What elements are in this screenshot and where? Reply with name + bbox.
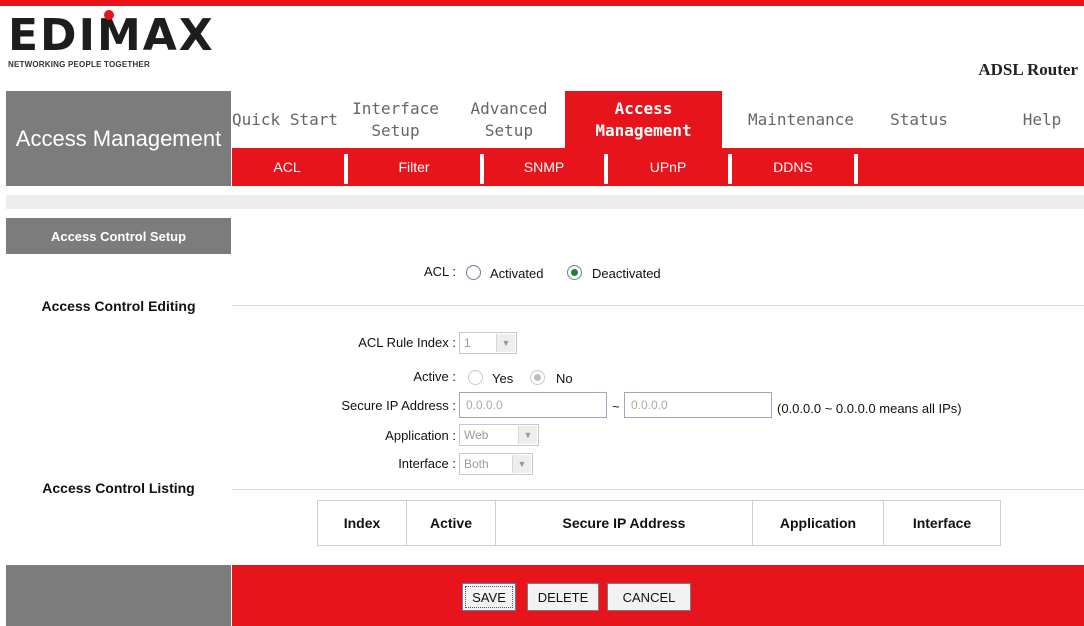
access-control-listing-label: Access Control Listing [42,480,195,496]
chevron-down-icon: ▼ [496,334,515,352]
ip-range-separator: ~ [612,399,620,414]
chevron-down-icon: ▼ [512,455,531,473]
active-no-label: No [556,371,573,386]
subnav-separator [854,154,858,184]
subnav-acl[interactable]: ACL [232,148,342,186]
sub-nav: ACL Filter SNMP UPnP DDNS [232,148,1084,186]
active-no-radio[interactable] [530,370,545,385]
acl-activated-radio[interactable] [466,265,481,280]
nav-maintenance[interactable]: Maintenance [722,91,880,148]
cancel-button[interactable]: CANCEL [607,583,691,611]
rule-index-select[interactable]: 1 ▼ [459,332,517,354]
subnav-filter[interactable]: Filter [348,148,480,186]
spacer-band [6,195,1084,209]
col-secure-ip: Secure IP Address [495,500,753,546]
table-header-row: Index Active Secure IP Address Applicati… [317,500,1001,546]
nav-access-management[interactable]: Access Management [565,91,722,148]
secure-ip-label: Secure IP Address : [341,398,456,413]
subnav-upnp[interactable]: UPnP [608,148,728,186]
col-active: Active [406,500,496,546]
logo-wordmark: EDIMAX [8,10,215,61]
interface-label: Interface : [398,456,456,471]
access-control-editing-label: Access Control Editing [41,298,196,314]
nav-help[interactable]: Help [1012,91,1072,148]
application-value: Web [464,428,489,442]
side-section-title: Access Management [6,91,231,186]
section-divider [232,489,1084,490]
section-title: Access Control Setup [6,218,231,254]
access-control-table: Index Active Secure IP Address Applicati… [317,500,1001,546]
ip-start-input[interactable]: 0.0.0.0 [459,392,607,418]
delete-button[interactable]: DELETE [527,583,599,611]
col-index: Index [317,500,407,546]
product-name: ADSL Router [978,60,1078,79]
col-interface: Interface [883,500,1001,546]
subnav-snmp[interactable]: SNMP [484,148,604,186]
acl-deactivated-label: Deactivated [592,266,661,281]
active-label: Active : [413,369,456,384]
col-application: Application [752,500,884,546]
subnav-ddns[interactable]: DDNS [732,148,854,186]
ip-range-hint: (0.0.0.0 ~ 0.0.0.0 means all IPs) [777,401,962,416]
active-yes-radio[interactable] [468,370,483,385]
ip-end-input[interactable]: 0.0.0.0 [624,392,772,418]
rule-index-label: ACL Rule Index : [358,335,456,350]
main-nav: Quick Start Interface Setup Advanced Set… [232,91,1084,148]
logo-tagline: NETWORKING PEOPLE TOGETHER [8,60,150,69]
acl-activated-label: Activated [490,266,544,281]
interface-select[interactable]: Both ▼ [459,453,533,475]
chevron-down-icon: ▼ [518,426,537,444]
edimax-logo: EDIMAX NETWORKING PEOPLE TOGETHER [8,10,215,69]
rule-index-value: 1 [464,336,471,350]
acl-deactivated-radio[interactable] [567,265,582,280]
nav-interface-setup[interactable]: Interface Setup [338,91,453,148]
top-accent-bar [0,0,1084,6]
footer-left-block [6,565,231,626]
nav-status[interactable]: Status [880,91,958,148]
active-yes-label: Yes [492,371,514,386]
save-button[interactable]: SAVE [462,583,516,611]
application-select[interactable]: Web ▼ [459,424,539,446]
acl-label: ACL : [423,264,456,279]
logo-dot [104,10,114,20]
section-divider [232,305,1084,306]
interface-value: Both [464,457,489,471]
application-label: Application : [385,428,456,443]
nav-advanced-setup[interactable]: Advanced Setup [453,91,565,148]
nav-quick-start[interactable]: Quick Start [232,91,338,148]
